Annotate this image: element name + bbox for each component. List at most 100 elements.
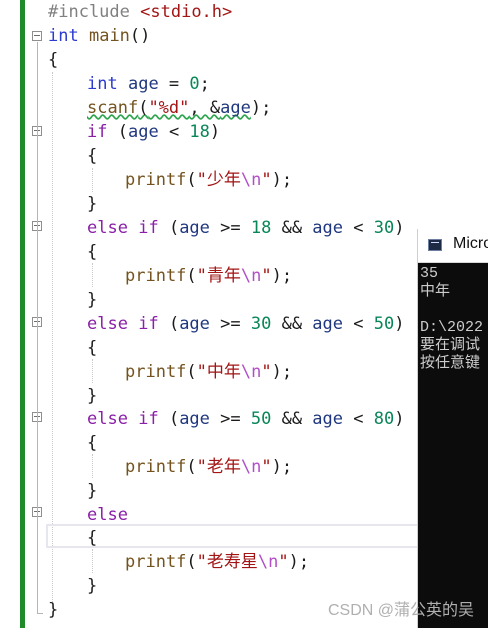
brace-token: } <box>48 600 59 620</box>
string-token: 青年 <box>206 266 241 286</box>
punct-token: ( <box>186 457 197 477</box>
punct-token: ( <box>168 314 180 334</box>
code-line: if (age < 18) <box>87 120 220 144</box>
function-token: printf <box>125 362 187 382</box>
indent-guide <box>92 549 93 573</box>
punct-token: ); <box>271 266 293 286</box>
punct-token: ); <box>271 170 293 190</box>
fold-region-end <box>37 613 43 614</box>
keyword-token: if <box>138 409 159 429</box>
function-token: main <box>88 26 130 46</box>
number-token: 0 <box>189 74 200 94</box>
code-line: { <box>48 48 58 72</box>
string-token: " <box>196 552 207 572</box>
code-line: printf("青年\n"); <box>125 264 292 288</box>
punct-token: ); <box>271 457 293 477</box>
variable-token: age <box>179 409 210 429</box>
string-token: 老寿星 <box>206 552 258 572</box>
code-line: int main() <box>48 24 150 48</box>
watermark-text: CSDN @蒲公英的吴 <box>327 602 474 619</box>
code-line: } <box>87 384 97 408</box>
keyword-token: int <box>48 26 79 46</box>
string-token: " <box>261 266 272 286</box>
brace-token: { <box>87 146 98 166</box>
change-tracking-bar <box>20 0 25 628</box>
brace-token: { <box>48 50 59 70</box>
screenshot-root: #include <stdio.h> int main() { int age … <box>0 0 488 628</box>
string-token: 中年 <box>206 362 241 382</box>
code-line: else if (age >= 18 && age < 30) <box>87 216 404 240</box>
punct-token: ( <box>117 122 128 142</box>
number-token: 50 <box>250 409 272 429</box>
keyword-token: else <box>87 409 128 429</box>
indent-guide <box>92 263 93 287</box>
variable-token: age <box>312 409 344 429</box>
code-line: printf("老寿星\n"); <box>125 550 309 574</box>
operator-token: < <box>343 409 374 429</box>
indent-guide <box>92 168 93 192</box>
variable-token: age <box>127 74 159 94</box>
code-line: else if (age >= 50 && age < 80) <box>87 407 404 431</box>
brace-token: } <box>87 194 98 214</box>
console-titlebar[interactable]: Micro <box>418 229 488 263</box>
fold-toggle-main[interactable] <box>32 31 42 41</box>
punct-token: ); <box>271 362 293 382</box>
operator-token: < <box>343 314 374 334</box>
operator-token: < <box>343 218 374 238</box>
operator-token: && <box>271 218 313 238</box>
code-line: #include <stdio.h> <box>48 0 232 24</box>
code-editor[interactable]: #include <stdio.h> int main() { int age … <box>0 0 488 628</box>
variable-token: age <box>179 314 210 334</box>
code-line: else <box>87 503 128 527</box>
number-token: 18 <box>250 218 272 238</box>
code-line: } <box>87 574 97 598</box>
punct-token: ) <box>394 218 405 238</box>
escape-token: \n <box>240 457 262 477</box>
brace-token: { <box>87 433 98 453</box>
console-line: D:\2022 <box>420 319 484 336</box>
string-token: " <box>196 362 207 382</box>
escape-token: \n <box>240 362 262 382</box>
punct-token: () <box>129 26 151 46</box>
operator-token: = <box>158 74 190 94</box>
brace-token: { <box>87 528 98 548</box>
string-token: " <box>278 552 289 572</box>
code-line: printf("老年\n"); <box>125 455 292 479</box>
punct-token: ( <box>186 266 197 286</box>
console-title: Micro <box>453 235 488 252</box>
code-line: } <box>87 288 97 312</box>
punct-token: ( <box>186 170 197 190</box>
number-token: 30 <box>373 218 395 238</box>
punct-token: ; <box>199 74 210 94</box>
variable-token: age <box>312 314 344 334</box>
punct-token: ) <box>394 314 405 334</box>
function-token: scanf <box>87 98 139 118</box>
string-token: " <box>261 170 272 190</box>
punct-token: ( <box>138 98 149 118</box>
variable-token: age <box>127 122 159 142</box>
keyword-token: if <box>87 122 108 142</box>
operator-token: && <box>271 409 313 429</box>
operator-token: && <box>271 314 313 334</box>
operator-token: < <box>158 122 190 142</box>
string-token: " <box>261 362 272 382</box>
string-token: 老年 <box>206 457 241 477</box>
escape-token: \n <box>257 552 279 572</box>
operator-token: >= <box>209 314 251 334</box>
operator-token: >= <box>209 409 251 429</box>
escape-token: \n <box>240 266 262 286</box>
punct-token: ( <box>168 218 180 238</box>
code-line: { <box>87 431 97 455</box>
code-line: } <box>87 192 97 216</box>
preprocessor-token: #include <box>48 2 130 22</box>
punct-token: , & <box>189 98 221 118</box>
code-line: scanf("%d", &age); <box>87 96 271 120</box>
console-window[interactable]: Micro 35 中年 D:\2022 要在调试 按任意键 <box>417 229 488 628</box>
console-line: 中年 <box>420 283 451 300</box>
function-token: printf <box>125 457 187 477</box>
escape-token: \n <box>240 170 262 190</box>
punct-token: ); <box>288 552 310 572</box>
keyword-token: int <box>87 74 118 94</box>
code-line: } <box>87 479 97 503</box>
code-line: else if (age >= 30 && age < 50) <box>87 312 404 336</box>
